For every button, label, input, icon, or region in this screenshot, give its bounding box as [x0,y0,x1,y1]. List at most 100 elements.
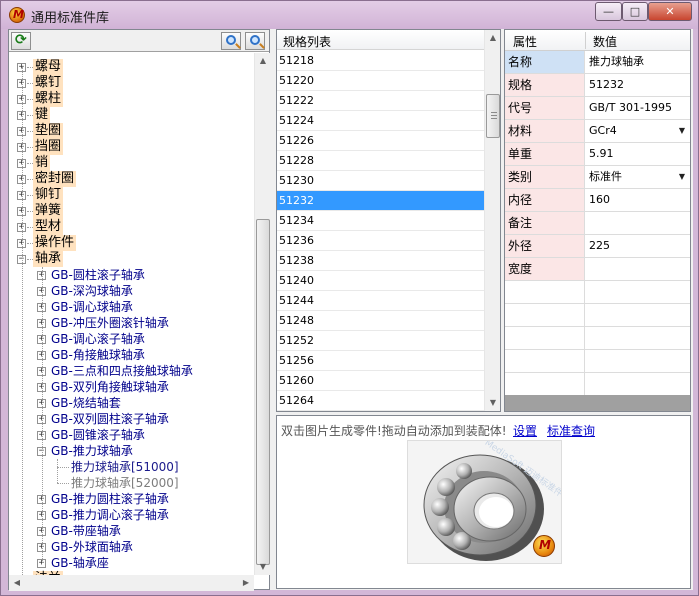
tree-category-item[interactable]: + 螺柱 [9,91,256,107]
tree-horizontal-scrollbar[interactable]: ◀ ▶ [9,575,254,591]
spec-list-row[interactable]: 51264 [277,391,484,411]
tree-subcategory-item[interactable]: + GB-轴承座 [9,555,256,571]
scroll-left-icon[interactable]: ◀ [9,575,25,591]
tree-subcategory-item[interactable]: + GB-推力圆柱滚子轴承 [9,491,256,507]
standard-query-link[interactable]: 标准查询 [547,422,595,439]
tree-subcategory-item[interactable]: + GB-圆柱滚子轴承 [9,267,256,283]
property-row[interactable]: 外径 225 [505,235,690,258]
property-value-field[interactable] [586,258,690,280]
tree-category-item[interactable]: + 型材 [9,219,256,235]
tree-subcategory-item[interactable]: + GB-带座轴承 [9,523,256,539]
tree-category-item[interactable]: + 挡圈 [9,139,256,155]
scroll-up-icon[interactable]: ▲ [255,53,271,69]
tree-subcategory-item[interactable]: + GB-烧结轴套 [9,395,256,411]
refresh-button[interactable] [11,32,31,50]
search-next-icon [250,35,260,45]
tree-category-item[interactable]: + 螺钉 [9,75,256,91]
tree-category-item[interactable]: − 轴承 [9,251,256,267]
tree-connector [57,467,69,468]
scroll-down-icon[interactable]: ▼ [255,559,271,575]
property-row[interactable]: 单重 5.91 [505,143,690,166]
property-value-field[interactable]: 5.91 [586,143,690,165]
spec-list-row[interactable]: 51256 [277,351,484,371]
tree-subcategory-label: GB-推力球轴承 [51,444,133,458]
spec-list-row[interactable]: 51228 [277,151,484,171]
tree-subcategory-item[interactable]: + GB-调心球轴承 [9,299,256,315]
property-value-field[interactable] [586,212,690,234]
tree-subcategory-item[interactable]: + GB-角接触球轴承 [9,347,256,363]
maximize-button[interactable]: □ [622,2,648,21]
spec-list-row[interactable]: 51252 [277,331,484,351]
property-row[interactable]: 宽度 [505,258,690,281]
tree-category-item[interactable]: + 销 [9,155,256,171]
minimize-button[interactable]: — [595,2,622,21]
property-value-field[interactable]: 51232 [586,74,690,96]
main-window: M 通用标准件库 — □ ✕ +螺母+螺钉+螺柱+键+垫圈+挡圈+销+密封圈+铆… [0,0,699,596]
title-bar[interactable]: M 通用标准件库 — □ ✕ [1,1,698,29]
tree-subcategory-item[interactable]: + GB-调心滚子轴承 [9,331,256,347]
bearing-preview-image[interactable]: MediaSoft 迈迪标准件 M [407,440,562,564]
scroll-down-icon[interactable]: ▼ [485,395,501,411]
spec-list-row-selected[interactable]: 51232 [277,191,484,211]
tree-category-item[interactable]: + 螺母 [9,59,256,75]
tree-subcategory-item[interactable]: + GB-双列角接触球轴承 [9,379,256,395]
spec-list-row[interactable]: 51260 [277,371,484,391]
close-button[interactable]: ✕ [648,2,692,21]
spec-list-row[interactable]: 51234 [277,211,484,231]
spec-list-row[interactable]: 51218 [277,51,484,71]
dropdown-arrow-icon[interactable]: ▼ [675,169,689,185]
spec-list-row[interactable]: 51220 [277,71,484,91]
tree-category-item[interactable]: + 弹簧 [9,203,256,219]
tree-vertical-scrollbar[interactable]: ▲ ▼ [254,53,270,575]
tree-subcategory-item[interactable]: − GB-推力球轴承 [9,443,256,459]
spec-list-row[interactable]: 51244 [277,291,484,311]
property-row[interactable]: 备注 [505,212,690,235]
search-next-button[interactable] [245,32,265,50]
tree-subcategory-item[interactable]: + GB-深沟球轴承 [9,283,256,299]
property-value-field[interactable]: GB/T 301-1995 [586,97,690,119]
spec-list-row[interactable]: 51248 [277,311,484,331]
spec-list-scroll-thumb[interactable] [486,94,500,138]
tree-subcategory-item[interactable]: + GB-推力调心滚子轴承 [9,507,256,523]
category-tree[interactable]: + 螺母 + 螺钉 + 螺柱 + 键 + 垫圈 + 挡圈 + 销 + 密封圈 + 铆钉 + 弹簧 + 型材 + 操作件 − 轴承 +… [9,53,256,575]
spec-list-row[interactable]: 51222 [277,91,484,111]
tree-subcategory-item[interactable]: + GB-三点和四点接触球轴承 [9,363,256,379]
property-row[interactable]: 类别 标准件 ▼ [505,166,690,189]
spec-list-row[interactable]: 51238 [277,251,484,271]
tree-category-item[interactable]: + 操作件 [9,235,256,251]
property-name: 外径 [505,235,585,257]
property-row[interactable]: 名称 推力球轴承 [505,51,690,74]
settings-link[interactable]: 设置 [513,422,537,439]
property-value-field[interactable]: 推力球轴承 [586,51,690,73]
tree-subcategory-item[interactable]: + GB-圆锥滚子轴承 [9,427,256,443]
spec-list-row[interactable]: 51240 [277,271,484,291]
scroll-up-icon[interactable]: ▲ [485,30,501,46]
tree-category-item[interactable]: + 铆钉 [9,187,256,203]
tree-leaf-label: 推力球轴承[52000] [71,476,179,490]
dropdown-arrow-icon[interactable]: ▼ [675,123,689,139]
spec-list-header[interactable]: 规格列表 [277,30,484,50]
tree-category-item[interactable]: + 键 [9,107,256,123]
property-value-field[interactable]: 160 [586,189,690,211]
property-row[interactable]: 规格 51232 [505,74,690,97]
spec-list-row[interactable]: 51236 [277,231,484,251]
tree-category-item[interactable]: + 垫圈 [9,123,256,139]
property-value-field[interactable]: 225 [586,235,690,257]
tree-subcategory-item[interactable]: + GB-双列圆柱滚子轴承 [9,411,256,427]
scroll-right-icon[interactable]: ▶ [238,575,254,591]
search-button[interactable] [221,32,241,50]
tree-subcategory-item[interactable]: + GB-冲压外圈滚针轴承 [9,315,256,331]
tree-category-item[interactable]: + 密封圈 [9,171,256,187]
spec-list-scrollbar[interactable]: ▲ ▼ [484,30,500,411]
tree-leaf-item[interactable]: 推力球轴承[52000] [9,475,256,491]
property-row[interactable]: 材料 GCr4 ▼ [505,120,690,143]
tree-subcategory-item[interactable]: + GB-外球面轴承 [9,539,256,555]
property-name: 名称 [505,51,585,73]
tree-scroll-thumb[interactable] [256,219,270,565]
spec-list-row[interactable]: 51226 [277,131,484,151]
tree-leaf-item[interactable]: 推力球轴承[51000] [9,459,256,475]
spec-list-row[interactable]: 51230 [277,171,484,191]
spec-list-row[interactable]: 51224 [277,111,484,131]
property-row[interactable]: 内径 160 [505,189,690,212]
property-row[interactable]: 代号 GB/T 301-1995 [505,97,690,120]
